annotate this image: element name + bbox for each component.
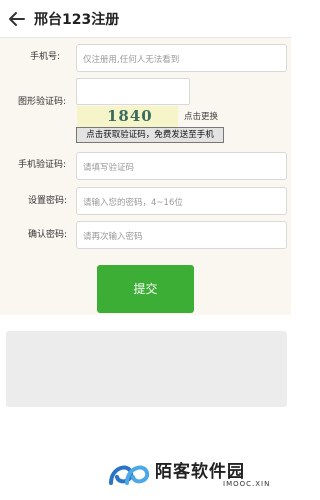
watermark: 陌客软件园 IMOOC.XIN (107, 455, 297, 495)
password-placeholder: 请输入您的密码，4~16位 (83, 198, 183, 208)
watermark-subtitle: IMOOC.XIN (223, 480, 271, 488)
confirm-password-label: 确认密码: (28, 230, 68, 240)
blank-panel (6, 331, 287, 407)
captcha-input[interactable] (76, 78, 190, 105)
captcha-label: 图形验证码: (18, 97, 67, 107)
top-bar: 邢台123注册 (0, 0, 291, 38)
watermark-name: 陌客软件园 (155, 462, 245, 482)
submit-button[interactable]: 提交 (97, 265, 194, 313)
send-code-button[interactable]: 点击获取验证码，免费发送至手机 (76, 127, 224, 143)
phone-label: 手机号: (30, 52, 61, 62)
watermark-logo-icon (109, 465, 150, 485)
refresh-captcha-link[interactable]: 点击更换 (184, 110, 218, 122)
sms-code-label: 手机验证码: (18, 160, 67, 170)
sms-code-input[interactable]: 请填写验证码 (76, 152, 287, 180)
sms-code-placeholder: 请填写验证码 (83, 163, 135, 173)
password-input[interactable]: 请输入您的密码，4~16位 (76, 187, 287, 215)
confirm-password-input[interactable]: 请再次输入密码 (76, 221, 287, 249)
phone-placeholder: 仅注册用,任何人无法看到 (83, 55, 180, 65)
captcha-image-text: 1840 (107, 107, 153, 125)
page-title: 邢台123注册 (34, 12, 120, 28)
captcha-image[interactable]: 1840 (77, 106, 178, 127)
phone-input[interactable]: 仅注册用,任何人无法看到 (76, 44, 287, 72)
confirm-password-placeholder: 请再次输入密码 (83, 232, 143, 242)
arrow-left-icon[interactable] (7, 9, 27, 29)
password-label: 设置密码: (28, 196, 68, 206)
